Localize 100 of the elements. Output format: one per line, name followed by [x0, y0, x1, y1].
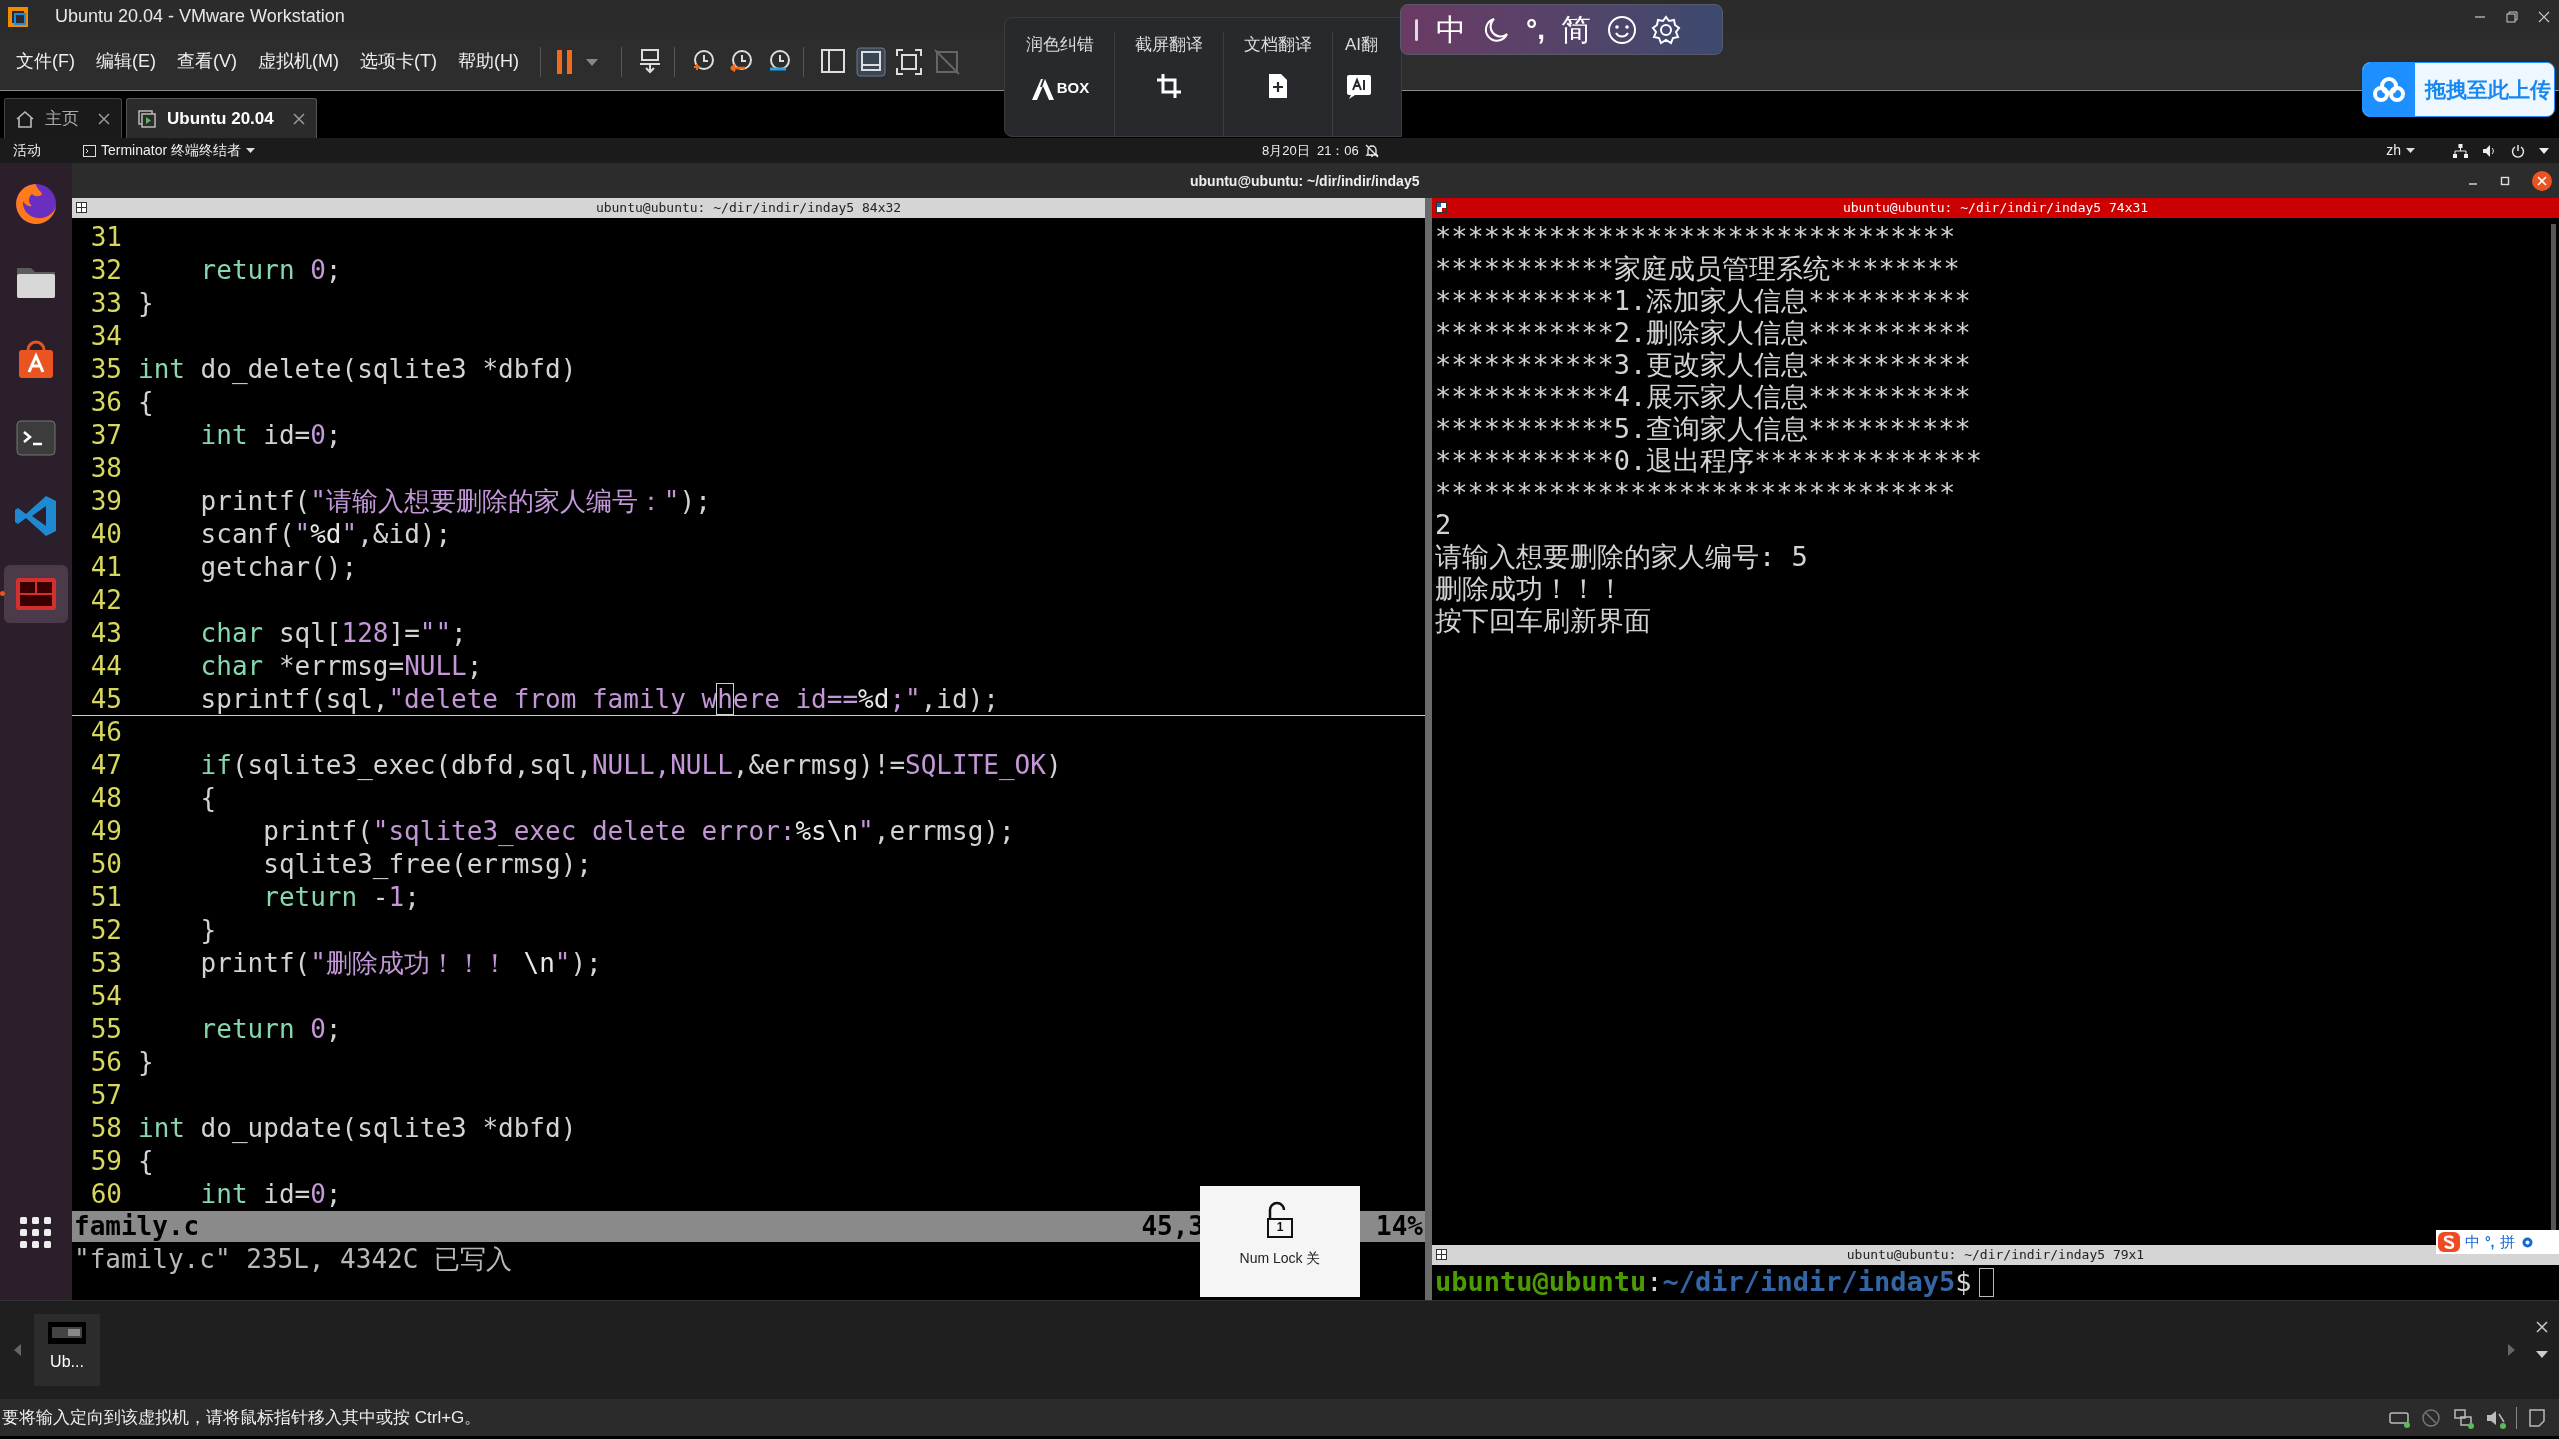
- line-number: 47: [89, 749, 122, 782]
- power-icon[interactable]: [2511, 143, 2525, 158]
- tab[interactable]: 主页: [4, 98, 122, 138]
- message-log-icon[interactable]: [2527, 1407, 2547, 1428]
- tool-label[interactable]: AI翻: [1345, 32, 1379, 58]
- caret-icon: [2406, 147, 2415, 154]
- thumbnail-label: Ub...: [50, 1352, 84, 1372]
- restore-icon[interactable]: [2499, 174, 2511, 187]
- tab-label: Ubuntu 20.04: [167, 107, 274, 130]
- script-toggle[interactable]: 拼: [2499, 1230, 2515, 1254]
- scroll-right-icon[interactable]: [2507, 1344, 2515, 1356]
- code-line: int id=0;: [199, 419, 342, 452]
- line-number: 45: [89, 682, 122, 716]
- code-line: if(sqlite3_exec(dbfd,sql,NULL,NULL,&errmsg)!=SQLITE_OK): [199, 749, 1062, 782]
- window-title: ubuntu@ubuntu: ~/dir/indir/inday5: [1190, 172, 1420, 191]
- num-lock-label: Num Lock 关: [1239, 1249, 1321, 1268]
- line-number: 32: [89, 254, 122, 287]
- line-number: 34: [89, 320, 122, 353]
- moon-icon[interactable]: [1482, 15, 1510, 44]
- code-line: char *errmsg=NULL;: [199, 650, 483, 683]
- input-mode-toggle[interactable]: 中: [1436, 7, 1466, 52]
- polish-logo[interactable]: BOX: [1029, 71, 1090, 100]
- crop-icon[interactable]: [1155, 71, 1183, 100]
- code-line: getchar();: [199, 551, 358, 584]
- tab[interactable]: Ubuntu 20.04: [126, 98, 317, 138]
- code-line: }: [199, 914, 217, 947]
- network-icon[interactable]: [2453, 143, 2468, 158]
- emoji-icon[interactable]: [1607, 14, 1637, 45]
- language-menu[interactable]: zh: [2386, 140, 2415, 161]
- code-line: {: [138, 386, 154, 419]
- code-line: int id=0;: [199, 1178, 342, 1211]
- line-number: 44: [89, 650, 122, 683]
- code-line: scanf("%d",&id);: [199, 518, 452, 551]
- line-number: 46: [89, 716, 122, 749]
- line-number: 55: [89, 1013, 122, 1046]
- vm-thumbnail[interactable]: Ub...: [34, 1314, 100, 1386]
- menu-item[interactable]: 文件(F): [16, 48, 75, 75]
- code-line: return -1;: [262, 881, 420, 914]
- code-line: }: [138, 1046, 154, 1079]
- close-icon[interactable]: [2537, 9, 2551, 24]
- line-number: 50: [89, 848, 122, 881]
- shell-prompt: ubuntu@ubuntu:~/dir/indir/inday5$: [1435, 1265, 1972, 1300]
- line-number: 38: [89, 452, 122, 485]
- tool-label[interactable]: 润色纠错: [1025, 32, 1094, 58]
- pause-icon[interactable]: [554, 48, 575, 75]
- settings-icon[interactable]: [1651, 14, 1681, 45]
- network-adapter-icon[interactable]: [2452, 1406, 2474, 1429]
- scroll-left-icon[interactable]: [14, 1344, 22, 1356]
- close-icon[interactable]: [2536, 1321, 2548, 1333]
- terminal-line: ********************************: [1435, 477, 1957, 509]
- line-number: 40: [89, 518, 122, 551]
- split-icon[interactable]: [76, 202, 87, 213]
- home-icon: [15, 108, 35, 129]
- cd-drive-icon[interactable]: [2420, 1406, 2442, 1429]
- caret-icon: [246, 147, 256, 154]
- split-icon[interactable]: [1436, 1249, 1447, 1260]
- line-number: 52: [89, 914, 122, 947]
- drag-handle[interactable]: [1415, 18, 1418, 41]
- code-line: printf("删除成功！！！ \n");: [199, 947, 602, 980]
- code-line: return 0;: [199, 1013, 342, 1046]
- menu-item[interactable]: 虚拟机(M): [258, 48, 339, 75]
- input-mode-toggle[interactable]: 中: [2465, 1230, 2480, 1254]
- volume-icon[interactable]: [2482, 143, 2497, 158]
- terminal-line: 请输入想要删除的家人编号: 5: [1435, 541, 1809, 573]
- console-view-icon[interactable]: [855, 46, 886, 77]
- menu-item[interactable]: 查看(V): [177, 48, 237, 75]
- code-line: {: [138, 1145, 154, 1178]
- caret-icon[interactable]: [2539, 147, 2549, 154]
- restore-icon[interactable]: [2505, 9, 2519, 24]
- punctuation-toggle[interactable]: °,: [2485, 1231, 2495, 1253]
- split-icon[interactable]: [1436, 202, 1447, 213]
- app-menu[interactable]: Terminator 终端终结者: [83, 140, 256, 161]
- script-toggle[interactable]: 简: [1561, 7, 1591, 52]
- scroll-percent: 14%: [1376, 1210, 1423, 1243]
- close-icon[interactable]: [2531, 169, 2553, 192]
- code-line: sprintf(sql,"delete from family where id==%d;",id);: [199, 682, 999, 716]
- terminal-line: ***********1.添加家人信息**********: [1435, 285, 1972, 317]
- tool-label[interactable]: 文档翻译: [1244, 32, 1312, 58]
- screen-preview-icon: [48, 1322, 86, 1344]
- bell-muted-icon: [1364, 143, 1379, 158]
- menu-item[interactable]: 选项卡(T): [359, 48, 437, 75]
- status-message: "family.c" 235L, 4342C 已写入: [74, 1242, 513, 1276]
- terminal-icon: [83, 144, 96, 157]
- terminal-line: ***********家庭成员管理系统********: [1435, 253, 1961, 285]
- s-logo-icon[interactable]: [2438, 1232, 2460, 1252]
- fullscreen-icon[interactable]: [893, 46, 924, 77]
- terminal-line: 按下回车刷新界面: [1435, 605, 1652, 637]
- line-number: 58: [89, 1112, 122, 1145]
- app-grid-icon[interactable]: [20, 1217, 52, 1249]
- close-icon[interactable]: [97, 111, 111, 126]
- cloud-icon: [2372, 76, 2406, 103]
- caret-icon[interactable]: [2536, 1351, 2548, 1359]
- unity-icon[interactable]: [931, 46, 962, 77]
- menu-item[interactable]: 编辑(E): [96, 48, 156, 75]
- punctuation-toggle[interactable]: °,: [1526, 8, 1545, 51]
- menu-item[interactable]: 帮助(H): [457, 48, 519, 75]
- pane-title: ubuntu@ubuntu: ~/dir/indir/inday5 79x1: [1846, 1246, 2145, 1265]
- activities-button[interactable]: 活动: [13, 140, 41, 161]
- tool-label[interactable]: 截屏翻译: [1135, 32, 1203, 58]
- clock: 8月20日 21：06: [1262, 141, 1359, 160]
